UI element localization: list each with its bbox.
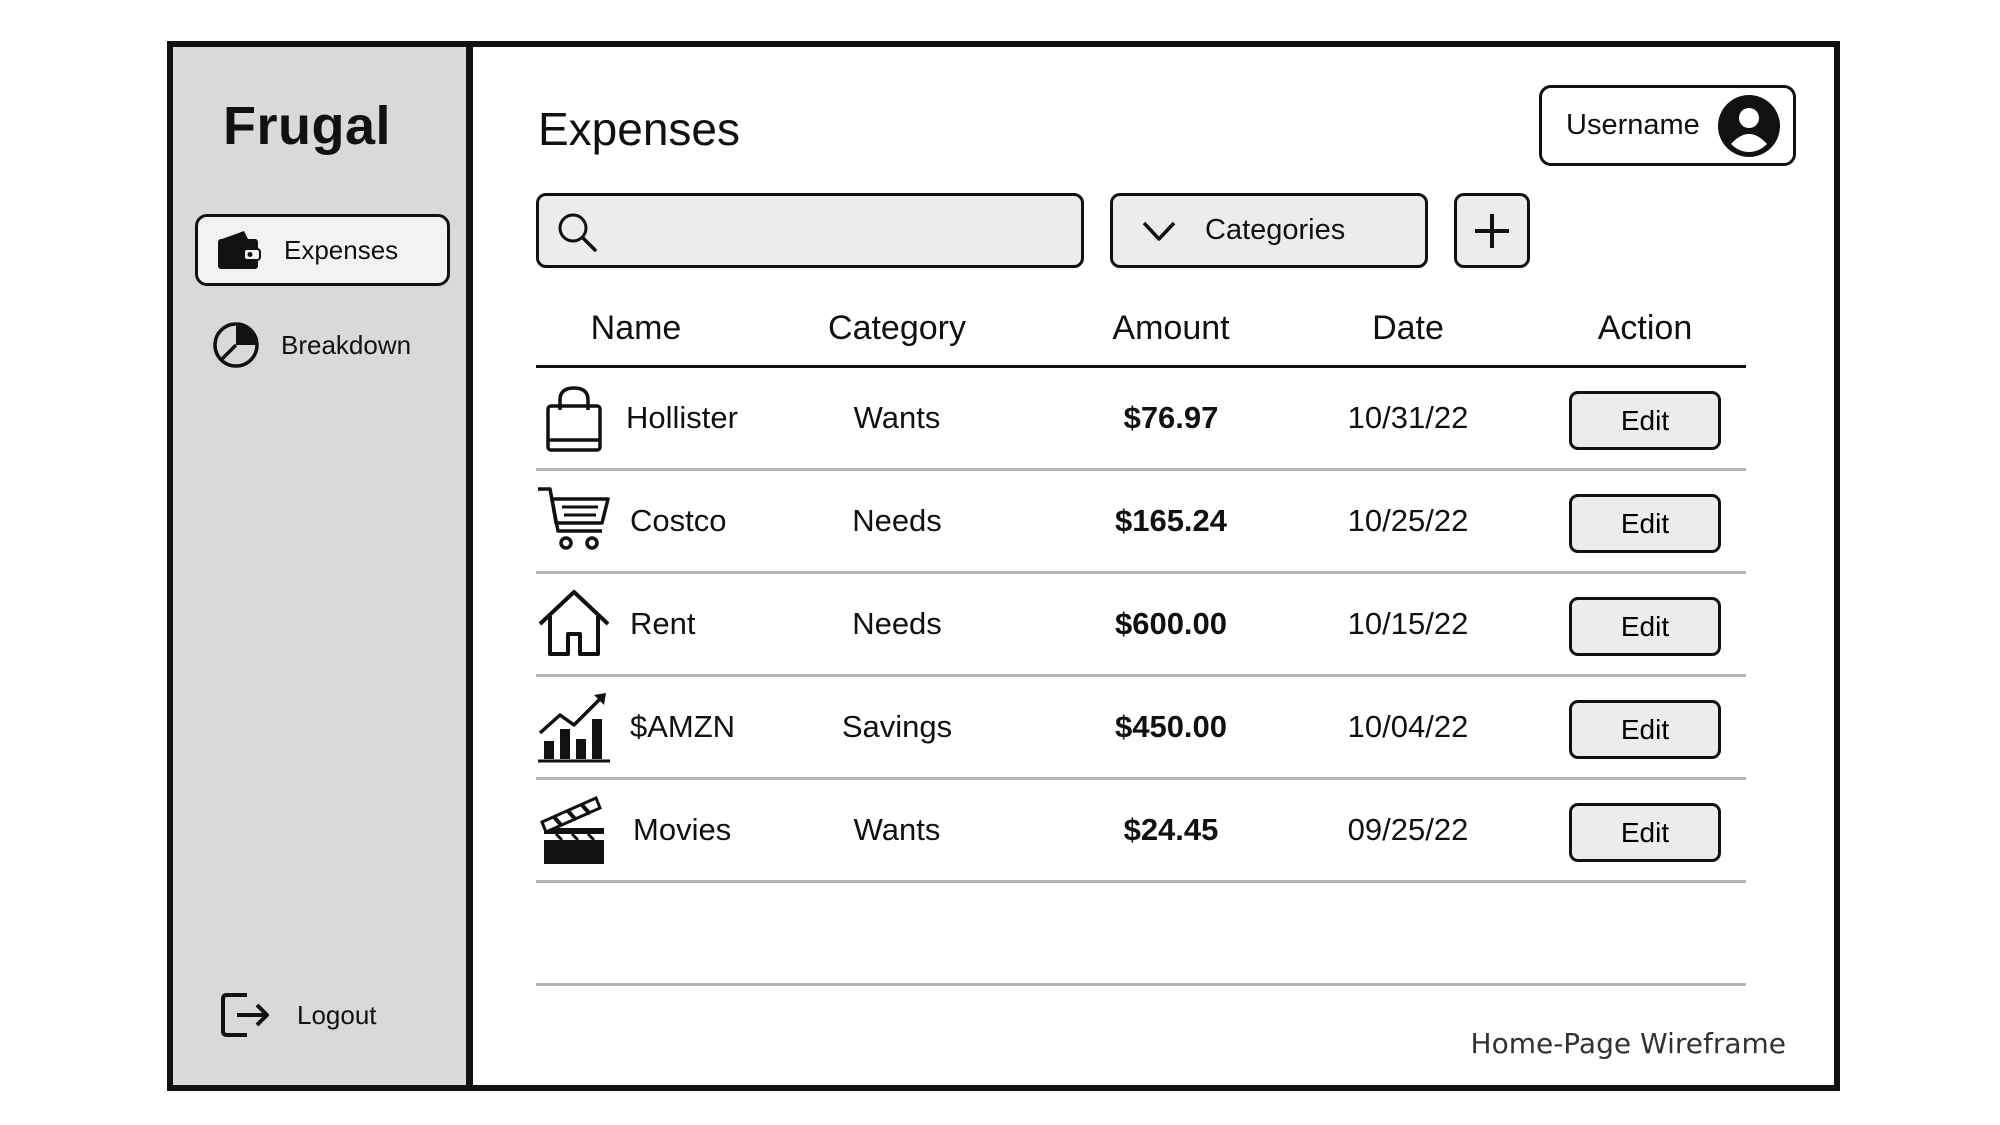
sidebar-item-label: Breakdown	[281, 329, 412, 360]
expense-name: Hollister	[626, 400, 738, 435]
table-row: Hollister Wants $76.97 10/31/22 Edit	[536, 368, 1746, 471]
clapperboard-icon	[540, 795, 604, 864]
expense-name: $AMZN	[630, 709, 736, 744]
avatar-icon	[1718, 94, 1780, 157]
logout-label: Logout	[297, 999, 377, 1030]
column-header-name: Name	[590, 309, 682, 347]
wallet-icon	[212, 223, 266, 277]
categories-dropdown[interactable]: Categories	[1110, 193, 1428, 268]
column-header-category: Category	[828, 309, 966, 347]
expense-name: Movies	[633, 812, 732, 847]
column-header-date: Date	[1372, 309, 1444, 347]
app-window: Frugal Expenses Breakdown Logout Expense…	[167, 41, 1840, 1091]
expense-amount: $165.24	[1114, 503, 1228, 538]
expense-date: 10/25/22	[1347, 503, 1469, 538]
logout-button[interactable]: Logout	[217, 987, 377, 1043]
search-box[interactable]	[536, 193, 1084, 268]
expense-amount: $76.97	[1123, 400, 1219, 435]
column-header-amount: Amount	[1112, 309, 1230, 347]
pie-chart-icon	[209, 318, 263, 372]
sidebar-item-label: Expenses	[284, 234, 399, 265]
edit-button[interactable]: Edit	[1569, 597, 1721, 656]
add-expense-button[interactable]	[1454, 193, 1530, 268]
empty-table-row	[536, 883, 1746, 986]
categories-label: Categories	[1205, 214, 1346, 246]
expense-name: Costco	[630, 503, 727, 538]
sidebar: Frugal Expenses Breakdown Logout	[173, 47, 473, 1085]
logout-icon	[217, 987, 273, 1043]
edit-button[interactable]: Edit	[1569, 803, 1721, 862]
table-header: Name Category Amount Date Action	[536, 309, 1746, 368]
expense-date: 10/15/22	[1347, 606, 1469, 641]
table-row: Costco Needs $165.24 10/25/22 Edit	[536, 471, 1746, 574]
edit-button[interactable]: Edit	[1569, 391, 1721, 450]
page-title: Expenses	[538, 103, 741, 155]
table-row: Movies Wants $24.45 09/25/22 Edit	[536, 780, 1746, 883]
plus-icon	[1475, 213, 1509, 248]
expense-amount: $24.45	[1123, 812, 1219, 847]
table-row: Rent Needs $600.00 10/15/22 Edit	[536, 574, 1746, 677]
stock-chart-icon	[538, 693, 610, 763]
edit-button[interactable]: Edit	[1569, 494, 1721, 553]
user-menu-button[interactable]: Username	[1539, 85, 1796, 166]
shopping-cart-icon	[538, 487, 610, 550]
expense-date: 09/25/22	[1347, 812, 1469, 847]
column-header-action: Action	[1597, 309, 1693, 347]
house-icon	[538, 590, 610, 656]
shopping-bag-icon	[546, 386, 602, 452]
expense-amount: $600.00	[1114, 606, 1228, 641]
sidebar-item-expenses[interactable]: Expenses	[195, 214, 450, 286]
app-logo: Frugal	[223, 96, 392, 156]
search-icon	[558, 213, 597, 252]
expense-date: 10/04/22	[1347, 709, 1469, 744]
table-row: $AMZN Savings $450.00 10/04/22 Edit	[536, 677, 1746, 780]
expense-name: Rent	[630, 606, 696, 641]
expense-category: Savings	[841, 709, 953, 744]
expense-category: Wants	[853, 400, 941, 435]
expense-category: Needs	[852, 503, 942, 538]
expense-amount: $450.00	[1114, 709, 1228, 744]
expense-category: Needs	[852, 606, 942, 641]
expenses-table: Name Category Amount Date Action Hollist…	[536, 309, 1746, 986]
chevron-down-icon	[1142, 221, 1176, 241]
wireframe-caption: Home-Page Wireframe	[1470, 1027, 1786, 1060]
username-label: Username	[1566, 109, 1700, 141]
expense-date: 10/31/22	[1347, 400, 1469, 435]
expense-category: Wants	[853, 812, 941, 847]
search-input[interactable]	[609, 206, 1073, 258]
sidebar-item-breakdown[interactable]: Breakdown	[195, 309, 450, 381]
edit-button[interactable]: Edit	[1569, 700, 1721, 759]
